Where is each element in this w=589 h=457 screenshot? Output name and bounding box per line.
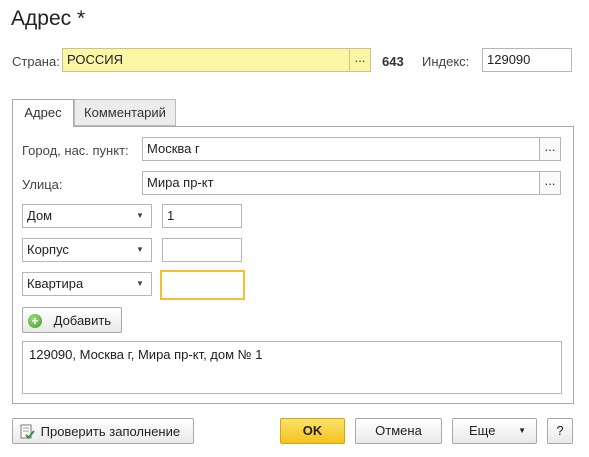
building-number-field[interactable]: 1 bbox=[162, 204, 242, 228]
corpus-number-field[interactable] bbox=[162, 238, 242, 262]
building-type-value: Дом bbox=[22, 204, 130, 228]
add-button[interactable]: + Добавить bbox=[22, 307, 122, 333]
help-button[interactable]: ? bbox=[547, 418, 573, 444]
city-select-button[interactable]: ... bbox=[539, 137, 561, 161]
city-field[interactable]: Москва г bbox=[142, 137, 540, 161]
corpus-type-select[interactable]: Корпус ▼ bbox=[22, 238, 152, 262]
check-fill-button[interactable]: Проверить заполнение bbox=[12, 418, 194, 444]
city-label: Город, нас. пункт: bbox=[22, 143, 129, 158]
ok-button[interactable]: OK bbox=[280, 418, 345, 444]
country-select-button[interactable]: ... bbox=[349, 48, 371, 72]
country-label: Страна: bbox=[12, 54, 60, 69]
window-title: Адрес * bbox=[11, 7, 86, 30]
more-button[interactable]: Еще ▼ bbox=[452, 418, 537, 444]
chevron-down-icon[interactable]: ▼ bbox=[129, 238, 152, 262]
street-select-button[interactable]: ... bbox=[539, 171, 561, 195]
tab-comment[interactable]: Комментарий bbox=[74, 99, 176, 126]
building-type-select[interactable]: Дом ▼ bbox=[22, 204, 152, 228]
plus-circle-icon: + bbox=[28, 313, 42, 328]
street-field[interactable]: Мира пр-кт bbox=[142, 171, 540, 195]
apartment-number-field[interactable] bbox=[160, 270, 245, 300]
index-field[interactable]: 129090 bbox=[482, 48, 572, 72]
more-button-label: Еще bbox=[469, 423, 496, 438]
add-button-label: Добавить bbox=[53, 312, 112, 328]
index-label: Индекс: bbox=[422, 54, 470, 69]
chevron-down-icon: ▼ bbox=[518, 426, 526, 435]
cancel-button[interactable]: Отмена bbox=[355, 418, 442, 444]
chevron-down-icon[interactable]: ▼ bbox=[129, 204, 152, 228]
apartment-type-select[interactable]: Квартира ▼ bbox=[22, 272, 152, 296]
chevron-down-icon[interactable]: ▼ bbox=[129, 272, 152, 296]
check-fill-label: Проверить заполнение bbox=[40, 423, 181, 439]
check-document-icon bbox=[20, 424, 35, 439]
tab-address[interactable]: Адрес bbox=[12, 99, 74, 127]
corpus-type-value: Корпус bbox=[22, 238, 130, 262]
country-code: 643 bbox=[382, 54, 404, 69]
apartment-type-value: Квартира bbox=[22, 272, 130, 296]
street-label: Улица: bbox=[22, 177, 63, 192]
country-field[interactable]: РОССИЯ bbox=[62, 48, 350, 72]
address-preview: 129090, Москва г, Мира пр-кт, дом № 1 bbox=[22, 341, 562, 394]
